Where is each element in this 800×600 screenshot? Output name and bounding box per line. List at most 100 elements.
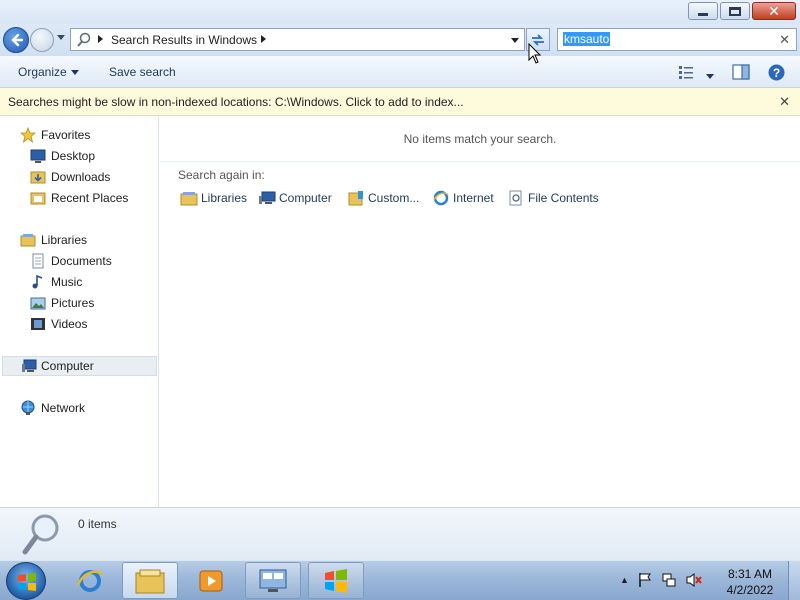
sidebar-item-label: Recent Places [51, 191, 129, 205]
command-bar: Organize Save search ? [0, 56, 800, 88]
clock[interactable]: 8:31 AM 4/2/2022 [718, 566, 782, 598]
results-pane: No items match your search. Search again… [160, 117, 800, 507]
search-again-heading: Search again in: [178, 168, 265, 182]
network-icon [21, 400, 35, 415]
details-pane: 0 items [0, 507, 800, 560]
internet-explorer-icon [433, 190, 449, 206]
chevron-down-icon [706, 74, 714, 80]
clock-time: 8:31 AM [727, 567, 773, 581]
search-again-label: Libraries [201, 191, 248, 205]
organize-label: Organize [18, 65, 67, 79]
star-icon [20, 127, 36, 143]
custom-folder-icon [348, 191, 363, 206]
preview-pane-icon[interactable] [732, 64, 750, 80]
search-input-value[interactable]: kmsauto [563, 32, 611, 46]
computer-icon [22, 359, 37, 372]
search-again-label: Computer [279, 191, 332, 205]
videos-icon [31, 318, 45, 330]
taskbar-control-panel[interactable] [245, 562, 301, 599]
taskbar-media-player[interactable] [183, 562, 239, 599]
sidebar-item-videos[interactable]: Videos [0, 314, 158, 334]
close-icon[interactable]: ✕ [779, 94, 790, 110]
sidebar-item-music[interactable]: Music [0, 272, 158, 292]
folder-icon [135, 569, 165, 593]
maximize-button[interactable] [720, 2, 750, 20]
recent-places-icon [30, 192, 46, 205]
music-icon [32, 274, 43, 289]
start-button[interactable] [6, 562, 46, 600]
title-bar: ✕ [0, 0, 800, 24]
volume-muted-icon[interactable] [685, 572, 703, 588]
item-count: 0 items [78, 517, 117, 531]
address-bar[interactable]: Search Results in Windows [70, 28, 525, 51]
taskbar: ▲ 8:31 AM 4/2/2022 [0, 560, 800, 600]
sidebar-item-label: Network [41, 401, 86, 415]
sidebar-item-label: Pictures [51, 296, 95, 310]
search-again-label: Internet [453, 191, 494, 205]
taskbar-windows-explorer[interactable] [122, 562, 178, 599]
sidebar-item-network[interactable]: Network [0, 398, 158, 418]
caption-buttons: ✕ [688, 2, 796, 20]
breadcrumb-chevron-icon[interactable] [98, 35, 103, 43]
media-player-icon [199, 570, 223, 591]
computer-icon [259, 191, 276, 204]
navigation-pane: Favorites Desktop Downloads Recent Place… [0, 117, 159, 507]
search-icon [77, 32, 91, 47]
sidebar-item-favorites[interactable]: Favorites [0, 125, 158, 145]
empty-results-message: No items match your search. [403, 132, 557, 146]
breadcrumb-chevron-icon[interactable] [261, 35, 266, 43]
minimize-button[interactable] [688, 2, 718, 20]
search-again-label: Custom... [368, 191, 420, 205]
save-search-button[interactable]: Save search [109, 65, 176, 79]
help-icon[interactable]: ? [768, 64, 785, 81]
sidebar-item-documents[interactable]: Documents [0, 251, 158, 271]
index-info-bar[interactable]: Searches might be slow in non-indexed lo… [0, 88, 800, 116]
downloads-folder-icon [30, 171, 46, 184]
organize-button[interactable]: Organize [18, 65, 79, 79]
sidebar-item-label: Videos [51, 317, 88, 331]
search-magnifier-icon [22, 514, 59, 555]
recent-pages-dropdown[interactable] [57, 35, 65, 40]
view-dropdown-button[interactable] [702, 69, 714, 83]
system-tray: ▲ [620, 572, 703, 588]
sidebar-item-downloads[interactable]: Downloads [0, 167, 158, 187]
sidebar-item-label: Music [51, 275, 83, 289]
taskbar-internet-explorer[interactable] [62, 562, 118, 599]
sidebar-item-label: Favorites [41, 128, 91, 142]
back-button[interactable] [3, 27, 29, 53]
control-panel-icon [259, 569, 287, 592]
sidebar-item-label: Downloads [51, 170, 111, 184]
minimize-icon [698, 12, 708, 16]
chevron-down-icon [70, 70, 79, 76]
svg-text:?: ? [773, 66, 780, 80]
search-input[interactable]: kmsauto ✕ [557, 28, 797, 51]
sidebar-item-recent-places[interactable]: Recent Places [0, 188, 158, 208]
address-row: Search Results in Windows kmsauto ✕ [0, 24, 800, 56]
close-button[interactable]: ✕ [752, 2, 796, 20]
view-options-icon[interactable] [678, 64, 694, 80]
internet-explorer-icon [76, 569, 104, 592]
sidebar-item-computer[interactable]: Computer [2, 356, 157, 376]
libraries-icon [20, 234, 36, 247]
forward-button[interactable] [30, 28, 54, 52]
show-hidden-icons-icon[interactable]: ▲ [620, 575, 629, 585]
taskbar-windows-app[interactable] [308, 562, 364, 599]
show-desktop-button[interactable] [788, 561, 800, 600]
close-icon: ✕ [768, 3, 780, 19]
divider [160, 161, 800, 162]
breadcrumb-search-results[interactable]: Search Results in Windows [111, 33, 257, 47]
address-history-dropdown[interactable] [511, 38, 519, 43]
sidebar-item-desktop[interactable]: Desktop [0, 146, 158, 166]
clock-date: 4/2/2022 [726, 583, 774, 597]
mouse-cursor-icon [528, 43, 542, 64]
network-tray-icon[interactable] [661, 572, 677, 588]
sidebar-item-pictures[interactable]: Pictures [0, 293, 158, 313]
windows-flag-icon [325, 568, 347, 593]
sidebar-item-label: Computer [41, 359, 94, 373]
pictures-icon [30, 297, 46, 310]
file-contents-icon [509, 190, 522, 206]
info-bar-message[interactable]: Searches might be slow in non-indexed lo… [8, 95, 464, 109]
sidebar-item-libraries[interactable]: Libraries [0, 230, 158, 250]
clear-search-icon[interactable]: ✕ [779, 32, 790, 48]
action-center-flag-icon[interactable] [637, 572, 653, 588]
